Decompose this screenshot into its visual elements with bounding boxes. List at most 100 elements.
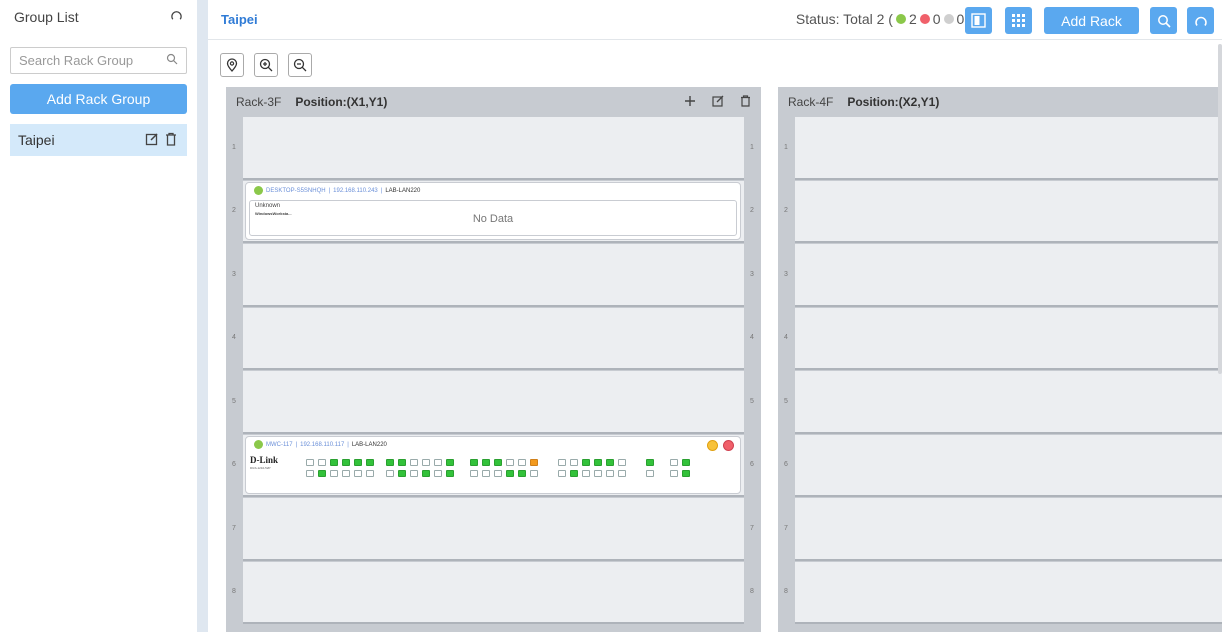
zoom-in-icon (259, 58, 273, 72)
uplink-port[interactable] (682, 470, 690, 477)
switch-device-card[interactable]: MWC-117 | 192.168.110.117 | LAB-LAN220 D-Link… (245, 436, 741, 494)
switch-port[interactable] (582, 470, 590, 477)
switch-port[interactable] (434, 470, 442, 477)
rack-unit-slot[interactable] (795, 434, 1222, 497)
rack-unit-slot[interactable] (795, 371, 1222, 434)
switch-port[interactable] (482, 459, 490, 466)
scrollbar[interactable] (1218, 44, 1222, 374)
rack-name: Rack-4F (788, 95, 834, 109)
rack-unit-slot[interactable] (795, 180, 1222, 243)
refresh-button[interactable] (1187, 7, 1214, 34)
switch-port[interactable] (398, 459, 406, 466)
switch-port[interactable] (594, 470, 602, 477)
switch-port[interactable] (518, 470, 526, 477)
switch-port[interactable] (506, 459, 514, 466)
switch-port[interactable] (470, 459, 478, 466)
breadcrumb[interactable]: Taipei (221, 12, 258, 27)
device-ip[interactable]: 192.168.110.243 (333, 188, 378, 194)
switch-port[interactable] (330, 470, 338, 477)
switch-port[interactable] (434, 459, 442, 466)
switch-port[interactable] (482, 470, 490, 477)
switch-port[interactable] (470, 470, 478, 477)
alert-icon[interactable] (723, 440, 734, 451)
switch-port[interactable] (422, 470, 430, 477)
rack-unit-slot[interactable] (243, 498, 744, 561)
switch-port[interactable] (606, 470, 614, 477)
zoom-out-button[interactable] (288, 53, 312, 77)
search-button[interactable] (1150, 7, 1177, 34)
search-rack-group-input[interactable]: Search Rack Group (10, 47, 187, 74)
rack-unit-slot[interactable] (243, 244, 744, 307)
rack-unit-slot[interactable] (243, 371, 744, 434)
location-button[interactable] (220, 53, 244, 77)
rack-unit-slot[interactable] (795, 561, 1222, 624)
switch-port[interactable] (494, 470, 502, 477)
rack-unit-slot[interactable] (795, 244, 1222, 307)
switch-port[interactable] (318, 459, 326, 466)
switch-port[interactable] (570, 470, 578, 477)
switch-port[interactable] (506, 470, 514, 477)
switch-port[interactable] (558, 470, 566, 477)
switch-port[interactable] (342, 459, 350, 466)
zoom-in-button[interactable] (254, 53, 278, 77)
switch-port[interactable] (446, 459, 454, 466)
switch-port[interactable] (410, 459, 418, 466)
uplink-port[interactable] (646, 459, 654, 466)
add-icon[interactable] (684, 95, 696, 110)
delete-icon[interactable] (165, 132, 177, 149)
switch-port[interactable] (398, 470, 406, 477)
device-host[interactable]: MWC-117 (266, 442, 293, 448)
switch-port[interactable] (558, 459, 566, 466)
switch-port[interactable] (446, 470, 454, 477)
switch-port[interactable] (518, 459, 526, 466)
switch-port[interactable] (594, 459, 602, 466)
add-rack-button[interactable]: Add Rack (1044, 7, 1139, 34)
switch-port[interactable] (306, 459, 314, 466)
edit-icon[interactable] (145, 132, 159, 149)
grid-view-button[interactable] (1005, 7, 1032, 34)
switch-port[interactable] (366, 470, 374, 477)
rack-unit-slot[interactable] (243, 117, 744, 180)
switch-port[interactable] (342, 470, 350, 477)
switch-port[interactable] (366, 459, 374, 466)
search-icon[interactable] (166, 53, 178, 68)
switch-port[interactable] (570, 459, 578, 466)
switch-port[interactable] (386, 470, 394, 477)
switch-port[interactable] (582, 459, 590, 466)
rack-unit-slot[interactable] (243, 561, 744, 624)
rack-view-button[interactable] (965, 7, 992, 34)
switch-port[interactable] (306, 470, 314, 477)
add-rack-group-button[interactable]: Add Rack Group (10, 84, 187, 114)
device-host[interactable]: DESKTOP-S5SNHQH (266, 188, 326, 194)
device-ip[interactable]: 192.168.110.117 (300, 442, 344, 448)
switch-port[interactable] (530, 459, 538, 466)
switch-port[interactable] (354, 470, 362, 477)
switch-port[interactable] (422, 459, 430, 466)
switch-port[interactable] (530, 470, 538, 477)
edit-icon[interactable] (712, 95, 724, 110)
rack-unit-slot[interactable] (243, 307, 744, 370)
switch-port[interactable] (618, 459, 626, 466)
refresh-icon[interactable] (170, 9, 183, 25)
uplink-port[interactable] (670, 470, 678, 477)
switch-port[interactable] (494, 459, 502, 466)
switch-port[interactable] (606, 459, 614, 466)
uplink-port[interactable] (682, 459, 690, 466)
uplink-port[interactable] (670, 459, 678, 466)
status-green-dot (895, 14, 906, 24)
switch-port[interactable] (618, 470, 626, 477)
switch-port[interactable] (318, 470, 326, 477)
panel-divider[interactable] (197, 0, 208, 632)
rack-unit-slot[interactable] (795, 117, 1222, 180)
rack-unit-slot[interactable] (795, 307, 1222, 370)
uplink-port[interactable] (646, 470, 654, 477)
rack-unit-slot[interactable] (795, 498, 1222, 561)
delete-icon[interactable] (740, 94, 751, 110)
switch-port[interactable] (410, 470, 418, 477)
switch-port[interactable] (386, 459, 394, 466)
warning-icon[interactable] (707, 440, 718, 451)
switch-port[interactable] (330, 459, 338, 466)
sidebar-item-taipei[interactable]: Taipei (10, 124, 187, 156)
switch-port[interactable] (354, 459, 362, 466)
device-card[interactable]: DESKTOP-S5SNHQH | 192.168.110.243 | LAB-LAN2… (245, 182, 741, 240)
